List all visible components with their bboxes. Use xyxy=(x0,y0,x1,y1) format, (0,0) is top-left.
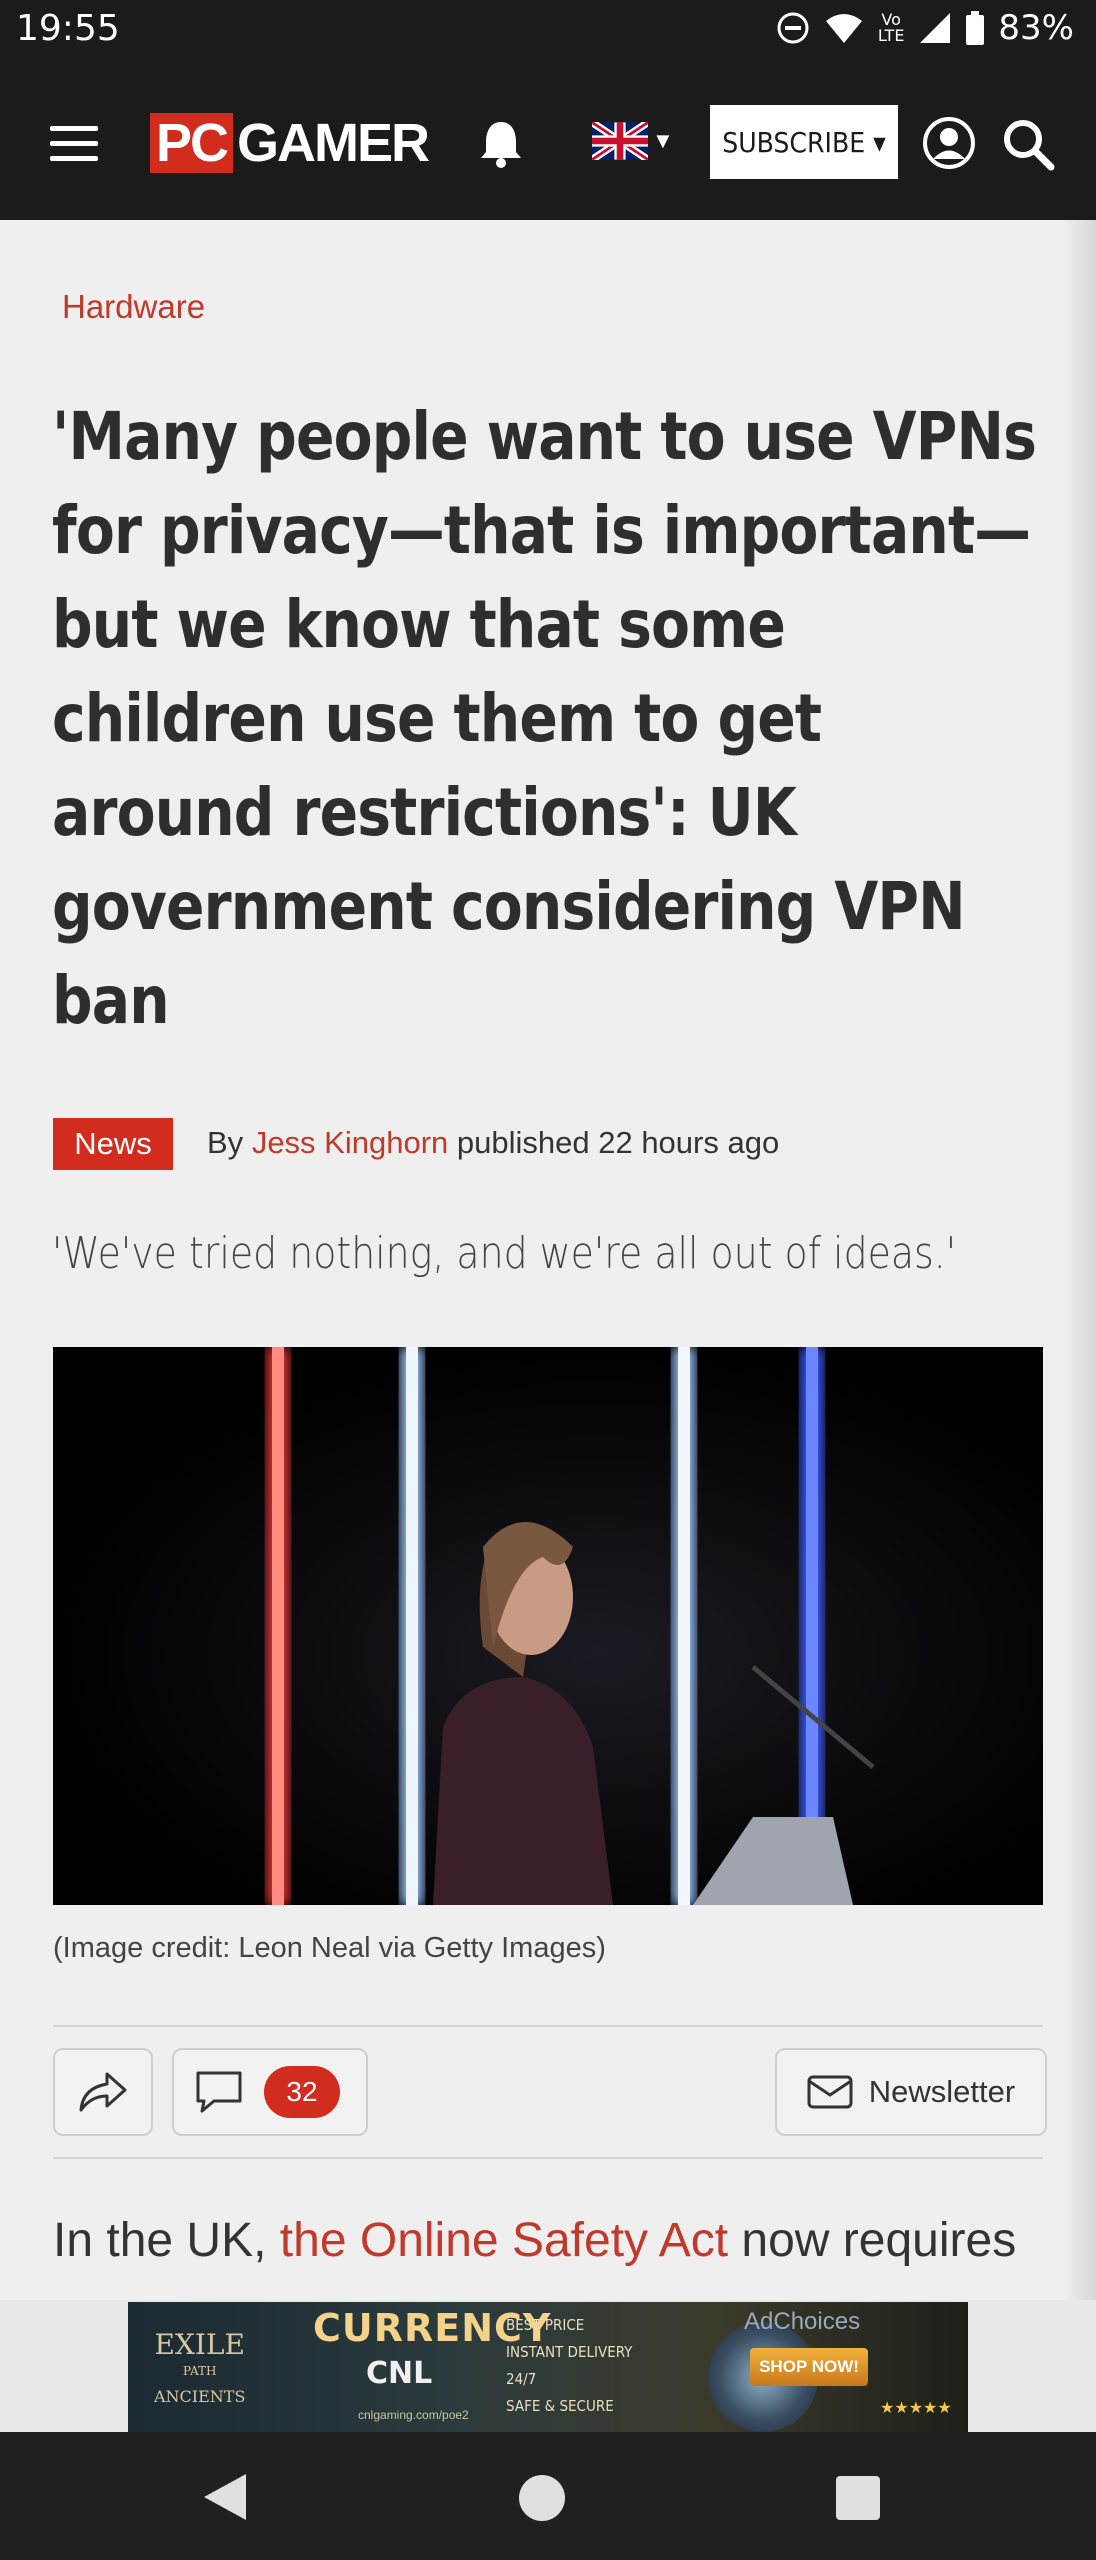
comment-count: 32 xyxy=(264,2066,340,2118)
logo-pc: PC xyxy=(150,113,234,173)
pc-gamer-logo[interactable]: PC GAMER xyxy=(150,112,430,174)
region-selector[interactable]: ▼ xyxy=(592,122,674,160)
ad-exile: EXILE xyxy=(154,2328,245,2361)
divider xyxy=(53,2025,1043,2027)
ad-feature: 24/7 xyxy=(506,2370,537,2388)
body-text: In the UK, xyxy=(53,2214,267,2267)
back-icon[interactable] xyxy=(202,2472,248,2522)
signal-icon xyxy=(920,13,951,43)
byline-by: By xyxy=(207,1125,244,1160)
ad-choices[interactable]: AdChoices xyxy=(744,2308,860,2336)
image-credit: (Image credit: Leon Neal via Getty Image… xyxy=(53,1932,606,1964)
uk-flag-icon xyxy=(592,122,648,160)
ad-rating-stars: ★★★★★ xyxy=(880,2400,952,2417)
headline-line: government considering VPN xyxy=(52,868,966,945)
recents-icon[interactable] xyxy=(836,2476,880,2520)
status-time: 19:55 xyxy=(16,8,120,49)
headline-line: ban xyxy=(52,962,170,1039)
subscribe-button[interactable]: SUBSCRIBE ▾ xyxy=(710,105,898,179)
newsletter-button[interactable]: Newsletter xyxy=(775,2048,1047,2136)
status-bar: 19:55 Vo LTE 83% xyxy=(0,0,1096,62)
headline-line: children use them to get xyxy=(52,680,822,757)
ad-brand: CNL xyxy=(366,2356,433,2391)
author-link[interactable]: Jess Kinghorn xyxy=(252,1125,448,1160)
publish-date: published 22 hours ago xyxy=(456,1125,780,1160)
article-body-first-line: In the UK, the Online Safety Act now req… xyxy=(53,2213,1016,2268)
newsletter-label: Newsletter xyxy=(868,2074,1016,2109)
byline: By Jess Kinghorn published 22 hours ago xyxy=(207,1125,779,1161)
logo-gamer: GAMER xyxy=(237,113,430,173)
volte-icon: Vo LTE xyxy=(877,10,905,45)
ad-path: PATH xyxy=(182,2364,217,2378)
ad-shop-now-button[interactable]: SHOP NOW! xyxy=(750,2348,868,2386)
headline-line: around restrictions': UK xyxy=(52,774,797,851)
ad-url: cnlgaming.com/poe2 xyxy=(358,2408,469,2422)
site-header: PC GAMER ▼ SUBSCRIBE ▾ xyxy=(0,62,1096,220)
headline-line: 'Many people want to use VPNs xyxy=(52,398,1037,475)
article-headline: 'Many people want to use VPNs for privac… xyxy=(52,390,1067,1048)
ad-ancients: ANCIENTS xyxy=(154,2387,246,2406)
account-icon[interactable] xyxy=(922,116,976,170)
battery-percent: 83% xyxy=(998,8,1074,48)
status-icons: Vo LTE 83% xyxy=(776,8,1074,48)
online-safety-act-link[interactable]: the Online Safety Act xyxy=(280,2214,728,2267)
share-button[interactable] xyxy=(53,2048,153,2136)
share-icon xyxy=(79,2072,127,2112)
hero-image[interactable] xyxy=(53,1347,1043,1905)
ad-game-logo: EXILE PATH ANCIENTS xyxy=(154,2328,246,2410)
category-link[interactable]: Hardware xyxy=(62,288,205,326)
menu-icon[interactable] xyxy=(50,116,98,171)
divider xyxy=(53,2157,1043,2159)
body-text: now requires xyxy=(741,2214,1017,2267)
bell-icon[interactable] xyxy=(478,118,524,168)
chevron-down-icon: ▼ xyxy=(652,128,674,153)
mail-icon xyxy=(807,2075,853,2109)
home-icon[interactable] xyxy=(518,2474,566,2522)
headline-line: for privacy—that is important— xyxy=(52,492,1031,569)
strapline: 'We've tried nothing, and we're all out … xyxy=(52,1228,957,1279)
android-nav-bar xyxy=(0,2432,1096,2560)
wifi-icon xyxy=(825,14,862,43)
do-not-disturb-icon xyxy=(777,12,809,44)
ad-banner[interactable]: EXILE PATH ANCIENTS CURRENCY CNL cnlgami… xyxy=(0,2300,1096,2432)
article: Hardware 'Many people want to use VPNs f… xyxy=(0,220,1096,2300)
ad-feature: BEST PRICE xyxy=(506,2316,585,2334)
headline-line: but we know that some xyxy=(52,586,786,663)
battery-icon xyxy=(966,11,985,45)
search-icon[interactable] xyxy=(1000,116,1056,172)
ad-creative[interactable]: EXILE PATH ANCIENTS CURRENCY CNL cnlgami… xyxy=(128,2302,968,2432)
comment-icon xyxy=(196,2071,242,2113)
ad-features: BEST PRICE INSTANT DELIVERY 24/7 SAFE & … xyxy=(506,2312,632,2420)
comments-button[interactable]: 32 xyxy=(172,2048,368,2136)
ad-feature: INSTANT DELIVERY xyxy=(506,2343,633,2361)
ad-feature: SAFE & SECURE xyxy=(506,2397,614,2415)
news-badge[interactable]: News xyxy=(53,1118,173,1170)
